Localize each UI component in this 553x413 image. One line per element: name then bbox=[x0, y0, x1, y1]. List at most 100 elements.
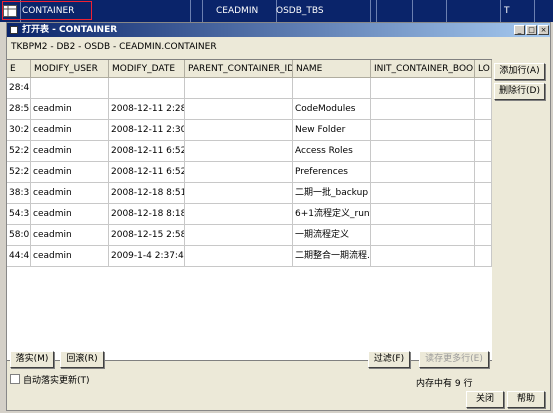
cell-modify-date[interactable]: 2008-12-11 2:30:2... bbox=[109, 120, 185, 140]
table-row[interactable]: 58:0...ceadmin2008-12-15 2:58:0... 一期流程定义 bbox=[7, 225, 492, 246]
close-button[interactable]: 关闭 bbox=[466, 391, 504, 408]
auto-commit-label: 自动落实更新(T) bbox=[23, 376, 90, 386]
table-row[interactable]: 54:3...ceadmin2008-12-18 8:18:3... 6+1流程定… bbox=[7, 204, 492, 225]
cell-lo[interactable] bbox=[475, 162, 492, 182]
delete-row-button[interactable]: 删除行(D) bbox=[494, 83, 545, 100]
col-header-modify-user[interactable]: MODIFY_USER bbox=[31, 60, 109, 78]
col-header-lo[interactable]: LO bbox=[475, 60, 492, 78]
cell-modify-user[interactable]: ceadmin bbox=[31, 120, 109, 140]
cell-modify-user[interactable]: ceadmin bbox=[31, 204, 109, 224]
cell-modify-date[interactable]: 2008-12-11 6:52:2... bbox=[109, 141, 185, 161]
cell-lo[interactable] bbox=[475, 183, 492, 203]
cell-init-container-bool[interactable] bbox=[371, 246, 475, 266]
table-row[interactable]: 28:5...ceadmin2008-12-11 2:28:5... CodeMo… bbox=[7, 99, 492, 120]
col-header-parent-container-id[interactable]: PARENT_CONTAINER_ID bbox=[185, 60, 293, 78]
cell-parent-container-id[interactable] bbox=[185, 120, 293, 140]
minimize-icon[interactable]: _ bbox=[514, 25, 525, 35]
cell-name[interactable]: 二期一批_backup bbox=[293, 183, 371, 203]
auto-commit-checkbox[interactable] bbox=[10, 374, 20, 384]
cell-parent-container-id[interactable] bbox=[185, 78, 293, 98]
cell-parent-container-id[interactable] bbox=[185, 246, 293, 266]
close-icon[interactable]: × bbox=[538, 25, 549, 35]
cell-modify-date[interactable] bbox=[109, 78, 185, 98]
col-header-init-container-bool[interactable]: INIT_CONTAINER_BOOL bbox=[371, 60, 475, 78]
cell-e[interactable]: 44:4... bbox=[7, 246, 31, 266]
cell-name[interactable]: 一期流程定义 bbox=[293, 225, 371, 245]
cell-init-container-bool[interactable] bbox=[371, 120, 475, 140]
cell-e[interactable]: 38:3... bbox=[7, 183, 31, 203]
table-row[interactable]: 44:4...ceadmin2009-1-4 2:37:44 4... 二期整合一… bbox=[7, 246, 492, 267]
cell-modify-date[interactable]: 2008-12-18 8:18:3... bbox=[109, 204, 185, 224]
cell-init-container-bool[interactable] bbox=[371, 204, 475, 224]
cell-init-container-bool[interactable] bbox=[371, 225, 475, 245]
cell-parent-container-id[interactable] bbox=[185, 183, 293, 203]
dialog-titlebar[interactable]: 打开表 - CONTAINER _ □ × bbox=[7, 23, 550, 37]
cell-modify-user[interactable]: ceadmin bbox=[31, 162, 109, 182]
cell-modify-date[interactable]: 2008-12-18 8:51:2... bbox=[109, 183, 185, 203]
cell-e[interactable]: 58:0... bbox=[7, 225, 31, 245]
commit-button[interactable]: 落实(M) bbox=[10, 351, 54, 368]
cell-init-container-bool[interactable] bbox=[371, 99, 475, 119]
cell-name[interactable]: 6+1流程定义_runti... bbox=[293, 204, 371, 224]
table-row[interactable]: 28:4... bbox=[7, 78, 492, 99]
cell-modify-user[interactable] bbox=[31, 78, 109, 98]
cell-lo[interactable] bbox=[475, 78, 492, 98]
cell-parent-container-id[interactable] bbox=[185, 99, 293, 119]
cell-parent-container-id[interactable] bbox=[185, 162, 293, 182]
cell-e[interactable]: 52:2... bbox=[7, 141, 31, 161]
col-header-e[interactable]: E bbox=[7, 60, 31, 78]
cell-init-container-bool[interactable] bbox=[371, 78, 475, 98]
cell-lo[interactable] bbox=[475, 99, 492, 119]
cell-parent-container-id[interactable] bbox=[185, 204, 293, 224]
cell-e[interactable]: 30:2... bbox=[7, 120, 31, 140]
cell-modify-user[interactable]: ceadmin bbox=[31, 141, 109, 161]
table-path: TKBPM2 - DB2 - OSDB - CEADMIN.CONTAINER bbox=[11, 42, 217, 52]
cell-modify-date[interactable]: 2008-12-11 2:28:5... bbox=[109, 99, 185, 119]
cell-modify-date[interactable]: 2008-12-11 6:52:2... bbox=[109, 162, 185, 182]
cell-parent-container-id[interactable] bbox=[185, 141, 293, 161]
cell-modify-user[interactable]: ceadmin bbox=[31, 225, 109, 245]
table-row[interactable]: 52:2...ceadmin2008-12-11 6:52:2... Access… bbox=[7, 141, 492, 162]
table-row[interactable]: 30:2...ceadmin2008-12-11 2:30:2... New Fo… bbox=[7, 120, 492, 141]
cell-init-container-bool[interactable] bbox=[371, 183, 475, 203]
filter-button[interactable]: 过滤(F) bbox=[368, 351, 410, 368]
cell-e[interactable]: 54:3... bbox=[7, 204, 31, 224]
add-row-button[interactable]: 添加行(A) bbox=[494, 63, 545, 80]
cell-init-container-bool[interactable] bbox=[371, 162, 475, 182]
col-header-modify-date[interactable]: MODIFY_DATE bbox=[109, 60, 185, 78]
cell-parent-container-id[interactable] bbox=[185, 225, 293, 245]
background-table-row[interactable]: CONTAINER CEADMIN OSDB_TBS T bbox=[0, 0, 553, 22]
rollback-button[interactable]: 回滚(R) bbox=[60, 351, 104, 368]
load-more-rows-button[interactable]: 读存更多行(E) bbox=[419, 351, 489, 368]
cell-name[interactable] bbox=[293, 78, 371, 98]
cell-lo[interactable] bbox=[475, 225, 492, 245]
cell-modify-user[interactable]: ceadmin bbox=[31, 99, 109, 119]
cell-name[interactable]: CodeModules bbox=[293, 99, 371, 119]
cell-lo[interactable] bbox=[475, 141, 492, 161]
table-row[interactable]: 52:2...ceadmin2008-12-11 6:52:2... Prefer… bbox=[7, 162, 492, 183]
cell-lo[interactable] bbox=[475, 204, 492, 224]
cell-modify-user[interactable]: ceadmin bbox=[31, 183, 109, 203]
memory-row-count: 内存中有 9 行 bbox=[416, 379, 473, 389]
cell-name[interactable]: New Folder bbox=[293, 120, 371, 140]
cell-name[interactable]: Access Roles bbox=[293, 141, 371, 161]
cell-lo[interactable] bbox=[475, 120, 492, 140]
cell-modify-date[interactable]: 2008-12-15 2:58:0... bbox=[109, 225, 185, 245]
table-row[interactable]: 38:3...ceadmin2008-12-18 8:51:2... 二期一批_b… bbox=[7, 183, 492, 204]
help-button[interactable]: 帮助 bbox=[507, 391, 545, 408]
cell-modify-user[interactable]: ceadmin bbox=[31, 246, 109, 266]
cell-init-container-bool[interactable] bbox=[371, 141, 475, 161]
selection-highlight-box bbox=[2, 1, 92, 20]
cell-e[interactable]: 28:5... bbox=[7, 99, 31, 119]
cell-lo[interactable] bbox=[475, 246, 492, 266]
cell-e[interactable]: 28:4... bbox=[7, 78, 31, 98]
maximize-icon[interactable]: □ bbox=[526, 25, 537, 35]
data-grid[interactable]: E MODIFY_USER MODIFY_DATE PARENT_CONTAIN… bbox=[7, 59, 492, 361]
cell-name[interactable]: 二期整合一期流程... bbox=[293, 246, 371, 266]
col-header-name[interactable]: NAME bbox=[293, 60, 371, 78]
cell-e[interactable]: 52:2... bbox=[7, 162, 31, 182]
bg-cell-tablespace: OSDB_TBS bbox=[262, 0, 371, 22]
cell-name[interactable]: Preferences bbox=[293, 162, 371, 182]
bg-cell-type: T bbox=[500, 0, 535, 22]
cell-modify-date[interactable]: 2009-1-4 2:37:44 4... bbox=[109, 246, 185, 266]
